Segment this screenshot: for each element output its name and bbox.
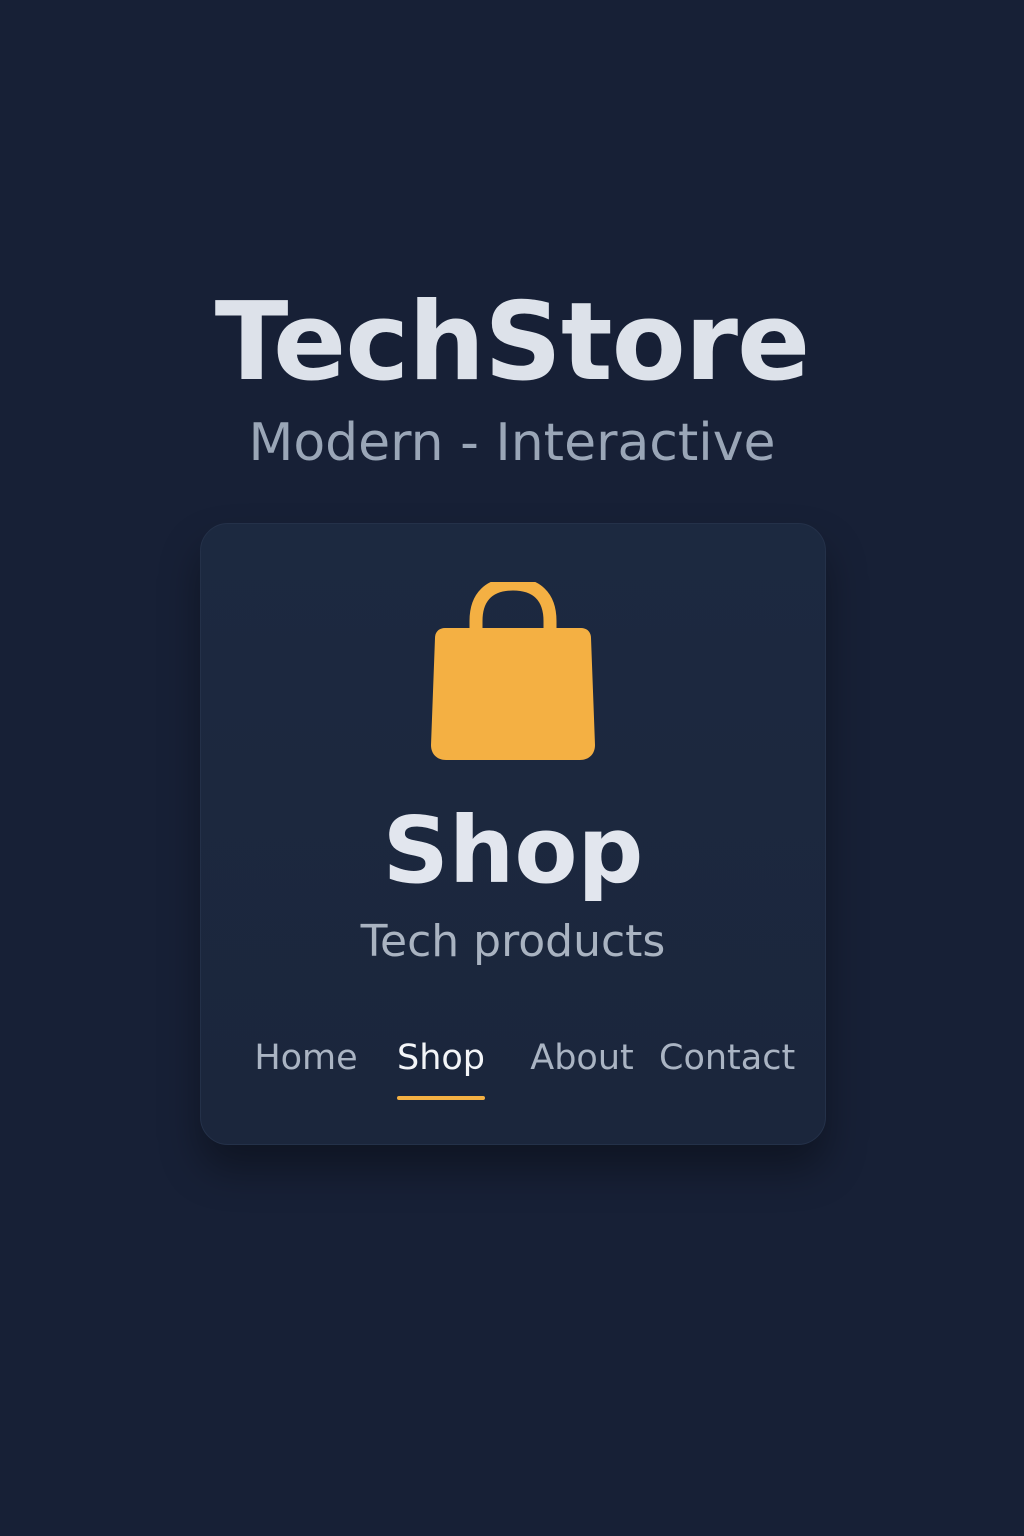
shop-card: Shop Tech products Home Shop About Conta… <box>200 523 826 1145</box>
card-title: Shop <box>382 797 644 904</box>
shopping-bag-icon <box>429 582 597 762</box>
brand-tagline: Modern - Interactive <box>248 413 776 473</box>
nav-item-contact[interactable]: Contact <box>659 1034 795 1094</box>
brand-title: TechStore <box>214 280 811 405</box>
active-tab-indicator <box>397 1096 485 1100</box>
nav-item-about[interactable]: About <box>528 1034 636 1094</box>
nav-item-home[interactable]: Home <box>253 1034 359 1094</box>
card-nav: Home Shop About Contact <box>201 1034 825 1104</box>
card-subtitle: Tech products <box>360 916 666 967</box>
nav-item-shop[interactable]: Shop <box>393 1034 489 1094</box>
techstore-page: TechStore Modern - Interactive Shop Tech… <box>0 0 1024 1536</box>
